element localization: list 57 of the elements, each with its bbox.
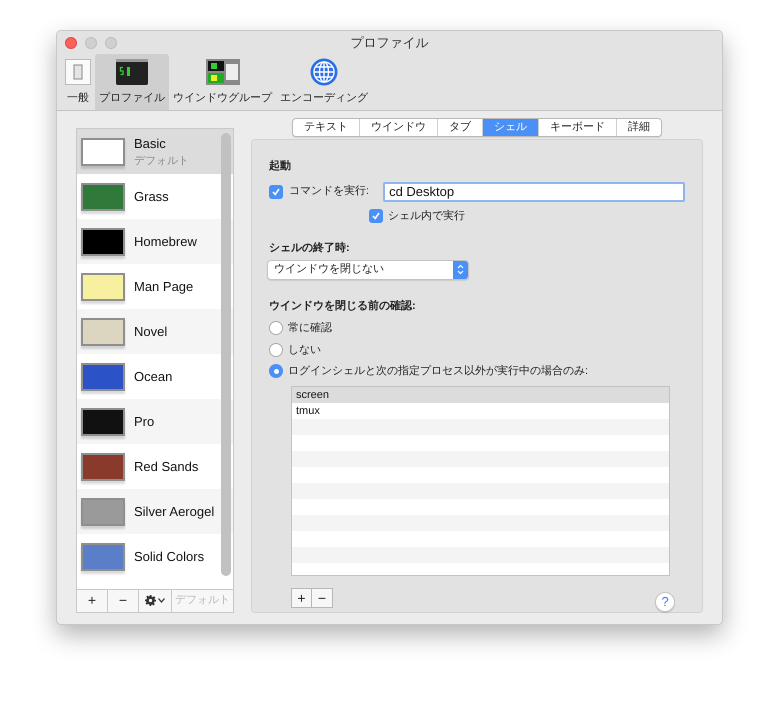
profile-name: Pro [134, 412, 154, 431]
profile-item[interactable]: Basic デフォルト [77, 129, 233, 174]
add-button[interactable]: + [77, 590, 108, 612]
checkmark-icon [371, 210, 381, 221]
scrollbar[interactable] [221, 133, 231, 576]
section-heading: ウインドウを閉じる前の確認: [269, 298, 417, 314]
profile-name: Novel [134, 322, 168, 341]
checkbox[interactable] [369, 208, 383, 223]
radio-label: ログインシェルと次の指定プロセス以外が実行中の場合のみ: [288, 364, 588, 379]
profile-name: Homebrew [134, 232, 197, 251]
remove-button[interactable]: − [108, 590, 139, 612]
profile-item[interactable]: Novel [77, 309, 233, 354]
help-button[interactable]: ? [655, 592, 676, 612]
profile-item[interactable]: Silver Aerogel [77, 489, 233, 534]
command-field[interactable]: cd Desktop [383, 182, 686, 202]
tab[interactable]: テキスト [293, 119, 360, 136]
profile-name: Basic [134, 134, 167, 152]
toolbar-tab[interactable]: 一般 [61, 54, 95, 110]
section-heading: シェルの終了時: [269, 240, 351, 256]
process-row[interactable]: screen [292, 386, 669, 402]
close-button[interactable] [65, 36, 77, 48]
section-heading: 起動 [269, 158, 292, 174]
toolbar-tab[interactable]: エンコーディング [276, 54, 372, 110]
terminal-icon [116, 58, 148, 84]
toolbar-tab[interactable]: プロファイル [95, 54, 169, 110]
globe-icon [310, 58, 338, 86]
stepper-arrows-icon [453, 260, 468, 278]
profile-name: Grass [134, 188, 169, 206]
add-button[interactable]: + [292, 588, 312, 606]
gear-icon [145, 595, 156, 606]
radio-label: 常に確認 [288, 321, 332, 336]
profile-name: Silver Aerogel [134, 502, 214, 521]
radio-button[interactable] [269, 321, 283, 336]
profile-name: Ocean [134, 368, 172, 386]
checkbox-label: シェル内で実行 [388, 208, 465, 224]
switch-icon [65, 58, 91, 84]
windows-icon [206, 58, 240, 84]
tab[interactable]: 詳細 [616, 119, 662, 136]
window-title: プロファイル [350, 34, 430, 52]
tab[interactable]: キーボード [538, 119, 616, 136]
radio-label: しない [288, 342, 321, 358]
checkmark-icon [271, 186, 281, 196]
profile-name: Solid Colors [134, 548, 204, 566]
toolbar-tab[interactable]: ウインドウグループ [169, 54, 276, 110]
radio-button[interactable] [269, 342, 283, 357]
default-label: デフォルト [134, 154, 189, 169]
profile-name: Man Page [134, 278, 194, 296]
checkbox[interactable] [269, 184, 283, 198]
profile-name: Red Sands [134, 458, 198, 476]
tab[interactable]: ウインドウ [359, 119, 438, 136]
radio-button[interactable] [269, 364, 283, 378]
profile-item[interactable]: Pro [77, 399, 233, 444]
remove-button[interactable]: − [312, 588, 332, 606]
exit-action-popup[interactable]: ウインドウを閉じない [267, 260, 469, 280]
checkbox-label: コマンドを実行: [289, 184, 370, 200]
profile-item[interactable]: Homebrew [77, 219, 233, 264]
caret-icon [158, 598, 165, 603]
